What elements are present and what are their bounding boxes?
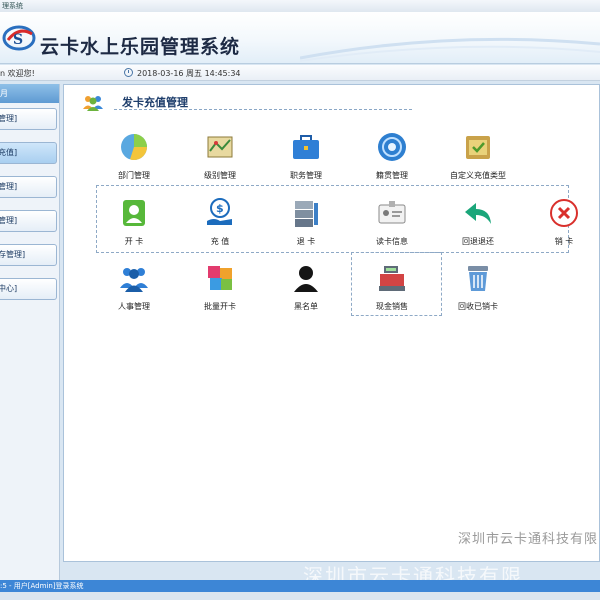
cancel-x-icon xyxy=(550,199,578,227)
sidebar-item-label: 存管理] xyxy=(0,250,26,259)
tile-custom-recharge-type[interactable]: 自定义充值类型 xyxy=(438,131,518,181)
sidebar-item-label: 管理] xyxy=(0,182,18,191)
tile-return-card[interactable]: 退 卡 xyxy=(266,197,346,247)
tile-blacklist[interactable]: 黑名单 xyxy=(266,262,346,312)
open-card-icon xyxy=(123,200,145,226)
sidebar-item-label: 管理] xyxy=(0,216,18,225)
tile-open-card[interactable]: 开 卡 xyxy=(94,197,174,247)
tile-label: 级别管理 xyxy=(204,171,236,180)
welcome-text: n 欢迎您! xyxy=(0,69,35,78)
sidebar-item-label: 充值] xyxy=(0,148,18,157)
return-card-icon xyxy=(295,201,318,227)
clock-icon xyxy=(124,68,133,77)
tile-label: 读卡信息 xyxy=(376,237,408,246)
sidebar-item-6[interactable]: 中心] xyxy=(0,278,57,300)
tile-recharge[interactable]: $ 充 值 xyxy=(180,197,260,247)
blacklist-person-icon xyxy=(294,266,318,292)
tile-label: 部门管理 xyxy=(118,171,150,180)
svg-text:$: $ xyxy=(216,202,224,215)
window-titlebar: 理系统 xyxy=(0,0,600,12)
tile-label: 人事管理 xyxy=(118,302,150,311)
sidebar-item-label: 中心] xyxy=(0,284,18,293)
tile-label: 充 值 xyxy=(210,237,230,246)
bottom-strip xyxy=(0,592,600,600)
tile-native-place[interactable]: 籍贯管理 xyxy=(352,131,432,181)
tile-batch-open-card[interactable]: 批量开卡 xyxy=(180,262,260,312)
sidebar-item-1[interactable]: 管理] xyxy=(0,108,57,130)
cash-register-icon xyxy=(379,266,405,291)
recycle-bin-icon xyxy=(468,266,488,291)
sidebar: 月 管理] 充值] 管理] 管理] 存管理] 中心] xyxy=(0,84,60,580)
tile-label: 退 卡 xyxy=(296,237,316,246)
undo-arrow-icon xyxy=(465,203,491,224)
tile-cash-sales[interactable]: 现金销售 xyxy=(352,262,432,312)
app-banner: S 云卡水上乐园管理系统 xyxy=(0,12,600,64)
sidebar-item-label: 管理] xyxy=(0,114,18,123)
tile-label: 现金销售 xyxy=(376,302,408,311)
tile-label: 开 卡 xyxy=(124,237,144,246)
sidebar-heading: 月 xyxy=(0,84,59,103)
tile-recycle-cancelled[interactable]: 回收已销卡 xyxy=(438,262,518,312)
people-icon xyxy=(120,268,148,292)
datetime-text: 2018-03-16 周五 14:45:34 xyxy=(137,69,241,78)
custom-folder-icon xyxy=(466,136,490,159)
tile-label: 回收已销卡 xyxy=(458,302,498,311)
tile-label: 销 卡 xyxy=(554,237,574,246)
tile-level[interactable]: 级别管理 xyxy=(180,131,260,181)
watermark-text: 深圳市云卡通科技有限 xyxy=(457,532,598,547)
id-card-icon xyxy=(378,201,406,224)
department-pie-icon xyxy=(121,134,148,161)
section-title: 发卡充值管理 xyxy=(122,96,188,109)
svg-text:S: S xyxy=(13,32,23,48)
main-panel: 发卡充值管理 部门管理 级别管理 职务管理 籍贯管理 自定义充值类型 开 卡 $… xyxy=(63,84,600,562)
app-title: 云卡水上乐园管理系统 xyxy=(40,36,241,58)
banner-swoosh xyxy=(300,37,600,62)
sidebar-item-3[interactable]: 管理] xyxy=(0,176,57,198)
sidebar-item-2[interactable]: 充值] xyxy=(0,142,57,164)
tile-read-card[interactable]: 读卡信息 xyxy=(352,197,432,247)
status-bar: :5 - 用户[Admin]登录系统 xyxy=(0,580,600,592)
tile-rollback[interactable]: 回退退还 xyxy=(438,197,518,247)
recharge-coin-icon: $ xyxy=(207,198,232,225)
tile-position[interactable]: 职务管理 xyxy=(266,131,346,181)
sidebar-item-5[interactable]: 存管理] xyxy=(0,244,57,266)
briefcase-icon xyxy=(293,135,319,159)
tile-label: 职务管理 xyxy=(290,171,322,180)
level-map-icon xyxy=(207,136,233,158)
tile-personnel[interactable]: 人事管理 xyxy=(94,262,174,312)
tile-label: 回退退还 xyxy=(462,237,494,246)
batch-cards-icon xyxy=(208,266,232,290)
tile-label: 批量开卡 xyxy=(204,302,236,311)
info-bar: n 欢迎您! 2018-03-16 周五 14:45:34 xyxy=(0,65,600,81)
location-disc-icon xyxy=(378,133,406,161)
people-group-icon xyxy=(83,96,103,111)
tile-cancel-card[interactable]: 销 卡 xyxy=(524,197,600,247)
sidebar-item-4[interactable]: 管理] xyxy=(0,210,57,232)
section-divider xyxy=(114,109,412,110)
tile-label: 自定义充值类型 xyxy=(450,171,506,180)
tile-department[interactable]: 部门管理 xyxy=(94,131,174,181)
tile-label: 籍贯管理 xyxy=(376,171,408,180)
tile-label: 黑名单 xyxy=(294,302,318,311)
logo-icon: S xyxy=(2,25,36,51)
